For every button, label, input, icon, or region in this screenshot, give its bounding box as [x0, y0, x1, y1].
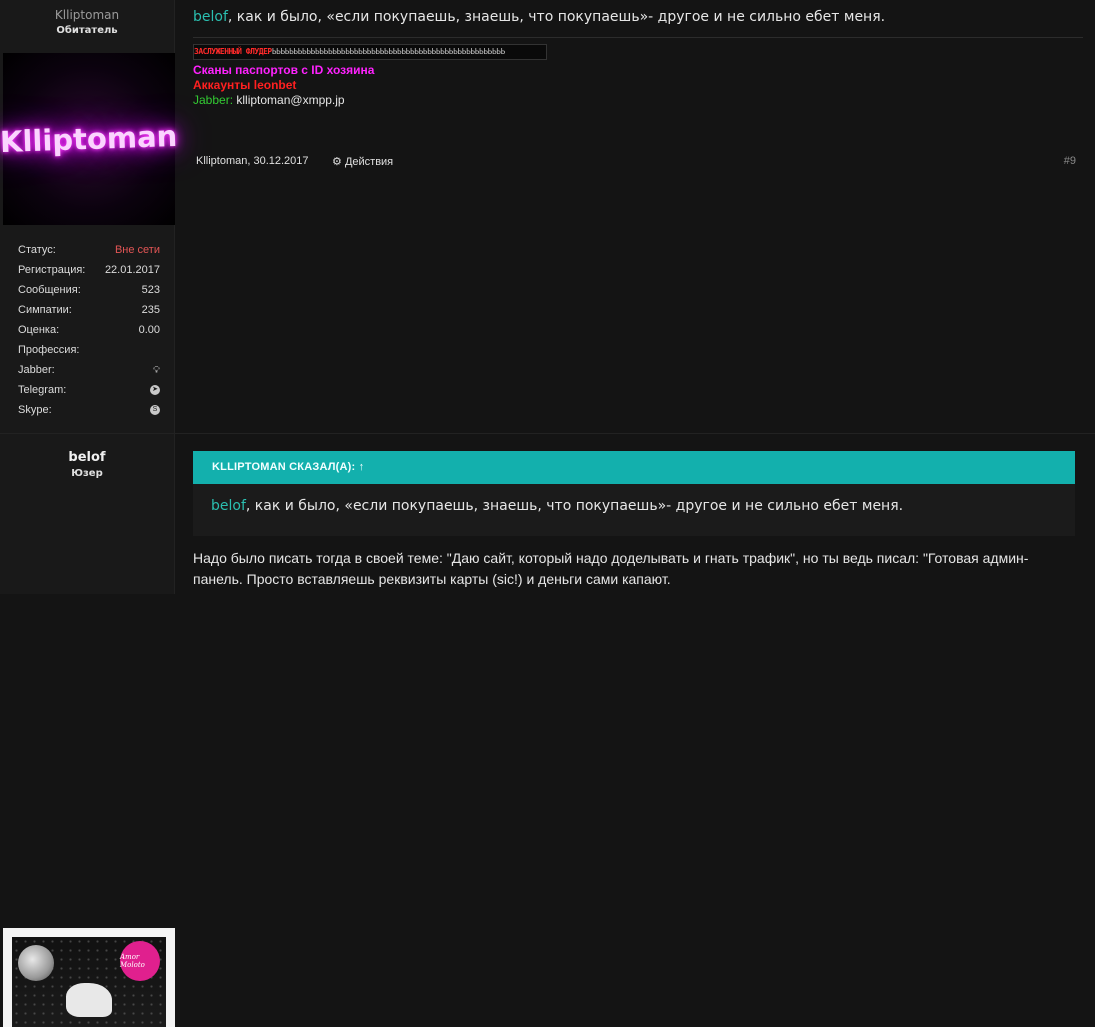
message-text: , как и было, «если покупаешь, знаешь, ч…: [227, 9, 886, 25]
stat-label: Профессия:: [18, 344, 80, 356]
user-stats: Статус: Вне сети Регистрация: 22.01.2017…: [18, 240, 160, 420]
jabber-label: Jabber:: [193, 93, 234, 107]
stat-label: Telegram:: [18, 384, 67, 396]
user-sidebar: Klliptoman Обитатель Klliptoman Статус: …: [0, 0, 179, 433]
goat-figure: [66, 983, 112, 1017]
user-title: Юзер: [71, 468, 103, 479]
stat-label: Регистрация:: [18, 264, 86, 276]
quote-header[interactable]: KLLIPTOMAN СКАЗАЛ(А): ↑: [193, 451, 1075, 484]
status-value: Вне сети: [114, 244, 160, 256]
reply-text: Надо было писать тогда в своей теме: "Да…: [193, 550, 1029, 587]
stat-telegram: Telegram: ➤: [18, 380, 160, 400]
quote-text: , как и было, «если покупаешь, знаешь, ч…: [245, 498, 904, 514]
quote-body: belof, как и было, «если покупаешь, знае…: [193, 484, 1075, 514]
rating-value: 0.00: [138, 324, 160, 336]
username-link[interactable]: Klliptoman: [0, 0, 174, 22]
stat-status: Статус: Вне сети: [18, 240, 160, 260]
author-date-link[interactable]: Klliptoman, 30.12.2017: [196, 155, 309, 167]
telegram-icon[interactable]: ➤: [150, 385, 160, 395]
lightbulb-icon[interactable]: 💡︎: [153, 365, 160, 376]
moon-icon: [18, 945, 54, 981]
avatar-badge: Amor Moloto: [120, 941, 160, 981]
post-9: Klliptoman Обитатель Klliptoman Статус: …: [0, 0, 1095, 434]
quote-block: KLLIPTOMAN СКАЗАЛ(А): ↑ belof, как и был…: [193, 451, 1075, 536]
signature-divider: [193, 37, 1083, 38]
mention-link[interactable]: belof: [211, 498, 246, 514]
avatar-artwork: Amor Moloto: [12, 937, 166, 1027]
user-title: Обитатель: [56, 25, 118, 36]
signature-banner: ЗАСЛУЖЕННЫЙ ФЛУДЕРЬЬЬЬЬЬЬЬЬЬЬЬЬЬЬЬЬЬЬЬЬЬ…: [193, 44, 547, 60]
stat-label: Сообщения:: [18, 284, 81, 296]
likes-value: 235: [141, 304, 160, 316]
stat-messages: Сообщения: 523: [18, 280, 160, 300]
username-link[interactable]: belof: [0, 434, 174, 465]
post-number-link[interactable]: #9: [1064, 155, 1076, 167]
post-10: belof Юзер Amor Moloto KLLIPTOMAN СКАЗАЛ…: [0, 434, 1095, 1027]
signature: Сканы паспортов с ID хозяина Аккаунты le…: [193, 63, 1083, 108]
stat-label: Симпатии:: [18, 304, 72, 316]
cogs-icon: ⚙: [332, 156, 342, 168]
actions-button[interactable]: ⚙ Действия: [332, 155, 393, 168]
jabber-address: klliptoman@xmpp.jp: [236, 93, 345, 107]
signature-jabber: Jabber: klliptoman@xmpp.jp: [193, 93, 1083, 108]
banner-red-text: ЗАСЛУЖЕННЫЙ ФЛУДЕР: [194, 47, 272, 56]
stat-jabber: Jabber: 💡︎: [18, 360, 160, 380]
stat-label: Оценка:: [18, 324, 60, 336]
post-content: belof, как и было, «если покупаешь, знае…: [193, 0, 1083, 168]
post-meta: Klliptoman, 30.12.2017 ⚙ Действия #9: [196, 155, 1076, 168]
stat-label: Статус:: [18, 244, 56, 256]
user-sidebar: belof Юзер: [0, 434, 175, 594]
signature-line-passports[interactable]: Сканы паспортов с ID хозяина: [193, 63, 1083, 78]
skype-icon[interactable]: S: [150, 405, 160, 415]
registration-value: 22.01.2017: [104, 264, 160, 276]
signature-line-accounts[interactable]: Аккаунты leonbet: [193, 78, 1083, 93]
message-body: belof, как и было, «если покупаешь, знае…: [193, 0, 1083, 25]
stat-label: Jabber:: [18, 364, 55, 376]
mention-link[interactable]: belof: [193, 9, 228, 25]
stat-registration: Регистрация: 22.01.2017: [18, 260, 160, 280]
avatar-neon-text: Klliptoman: [0, 118, 179, 160]
stat-skype: Skype: S: [18, 400, 160, 420]
banner-rest-text: ЬЬЬЬЬЬЬЬЬЬЬЬЬЬЬЬЬЬЬЬЬЬЬЬЬЬЬЬЬЬЬЬЬЬЬЬЬЬЬЬ…: [271, 47, 506, 56]
stat-label: Skype:: [18, 404, 52, 416]
messages-value[interactable]: 523: [142, 284, 160, 296]
user-avatar[interactable]: Amor Moloto: [3, 928, 175, 1027]
stat-likes: Симпатии: 235: [18, 300, 160, 320]
stat-rating: Оценка: 0.00: [18, 320, 160, 340]
stat-profession: Профессия:: [18, 340, 160, 360]
actions-label: Действия: [344, 156, 394, 168]
user-avatar[interactable]: Klliptoman: [0, 53, 179, 225]
